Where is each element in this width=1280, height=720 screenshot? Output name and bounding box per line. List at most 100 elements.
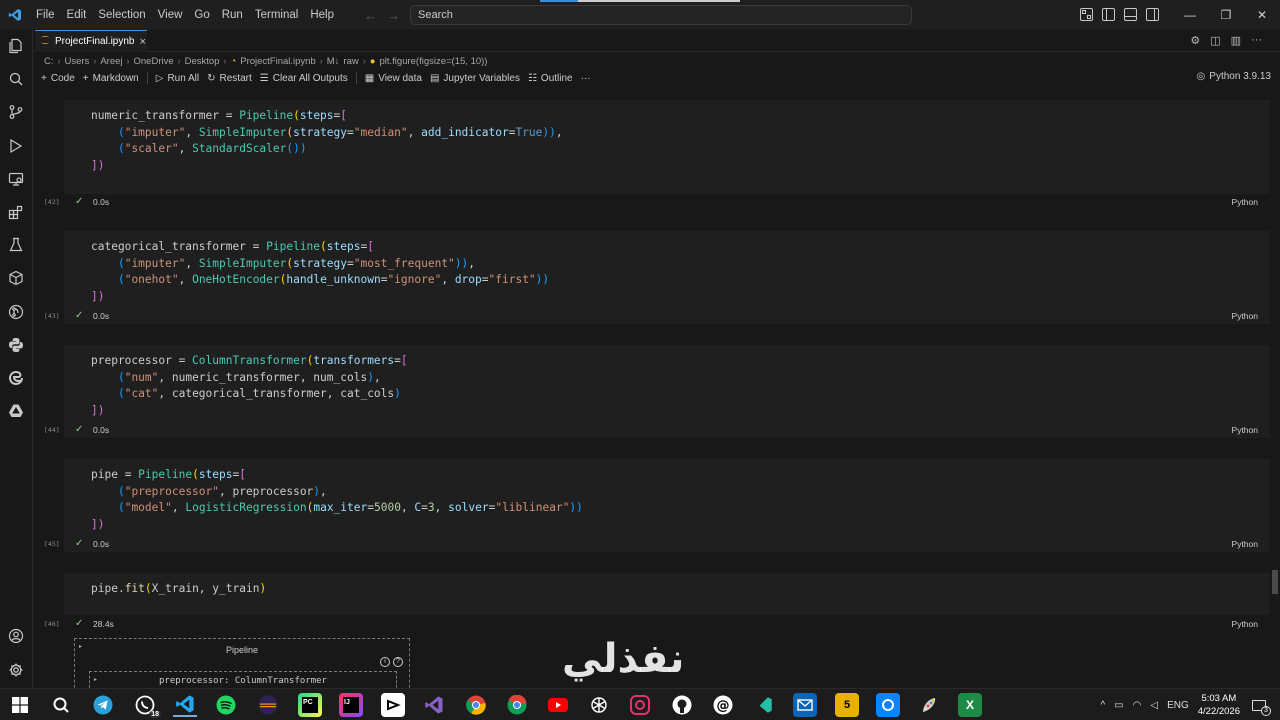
pipeline-step[interactable]: ▸ preprocessor: ColumnTransformer [89, 671, 397, 688]
notification-icon[interactable]: 3 [1252, 699, 1271, 716]
menu-file[interactable]: File [30, 0, 61, 30]
edge-devtools-icon[interactable] [6, 368, 26, 388]
gitlens-icon[interactable] [6, 302, 26, 322]
capcut-icon[interactable] [381, 693, 405, 717]
minimize-icon[interactable]: — [1172, 0, 1208, 30]
restore-icon[interactable]: ❐ [1208, 0, 1244, 30]
manage-gear-icon[interactable] [6, 660, 26, 680]
scrollbar-thumb[interactable] [1272, 570, 1278, 594]
testing-icon[interactable] [6, 235, 26, 255]
help-icon[interactable]: ? [393, 657, 403, 667]
pycharm-icon[interactable]: PC [298, 693, 322, 717]
breadcrumb-item[interactable]: plt.figure(figsize=(15, 10)) [379, 56, 487, 67]
cell-language[interactable]: Python [1232, 425, 1258, 435]
whatsapp-icon[interactable]: 18 [133, 693, 161, 718]
explorer-icon[interactable] [6, 36, 26, 56]
cell-language[interactable]: Python [1232, 311, 1258, 321]
breadcrumb-item[interactable]: OneDrive [134, 56, 174, 67]
vscode-icon[interactable] [173, 693, 197, 717]
menu-help[interactable]: Help [304, 0, 340, 30]
visual-studio-icon[interactable] [422, 693, 446, 717]
windows-start-icon[interactable] [8, 693, 32, 717]
menu-run[interactable]: Run [216, 0, 249, 30]
breadcrumb-item[interactable]: Desktop [185, 56, 220, 67]
chrome-icon[interactable] [464, 693, 488, 717]
command-center-search[interactable]: Search [410, 5, 912, 25]
github-icon[interactable] [670, 693, 694, 717]
outline-button[interactable]: ☷ Outline [528, 73, 573, 84]
restart-button[interactable]: ↻ Restart [207, 73, 252, 84]
eclipse-icon[interactable] [256, 693, 280, 717]
clear-outputs-button[interactable]: ☰ Clear All Outputs [260, 73, 348, 84]
code-cell[interactable]: pipe.fit(X_train, y_train) [64, 573, 1270, 615]
youtube-icon[interactable] [546, 693, 570, 717]
breadcrumb-item[interactable]: C: [44, 56, 54, 67]
spotify-icon[interactable] [214, 693, 238, 717]
cell-language[interactable]: Python [1232, 619, 1258, 629]
tab-close-icon[interactable]: × [139, 36, 145, 48]
close-icon[interactable]: ✕ [1244, 0, 1280, 30]
info-icon[interactable]: i [380, 657, 390, 667]
vscode-insiders-icon[interactable] [752, 693, 776, 717]
breadcrumb-item[interactable]: raw [343, 56, 358, 67]
tab-projectfinal[interactable]: ProjectFinal.ipynb × [35, 30, 147, 52]
breadcrumb-item[interactable]: Users [65, 56, 90, 67]
google-drive-icon[interactable] [6, 401, 26, 421]
add-code-cell-button[interactable]: + Code [41, 73, 75, 84]
run-debug-icon[interactable] [6, 136, 26, 156]
excel-icon[interactable]: X [958, 693, 982, 717]
toggle-secondary-sidebar-icon[interactable] [1146, 8, 1159, 21]
battery-icon[interactable]: ▭ [1114, 700, 1123, 711]
menu-go[interactable]: Go [188, 0, 215, 30]
accounts-icon[interactable] [6, 626, 26, 646]
customize-layout-icon[interactable] [1080, 8, 1093, 21]
chrome-profile-icon[interactable] [505, 693, 529, 717]
html5-icon[interactable]: 5 [835, 693, 859, 717]
volume-icon[interactable]: ◁ [1150, 700, 1158, 711]
jupyter-variables-button[interactable]: ▤ Jupyter Variables [430, 73, 520, 84]
pipeline-title[interactable]: Pipeline [75, 645, 409, 655]
telegram-icon[interactable] [91, 693, 115, 717]
menu-edit[interactable]: Edit [61, 0, 93, 30]
remote-explorer-icon[interactable] [6, 169, 26, 189]
more-actions-button[interactable]: ··· [581, 73, 591, 84]
run-all-icon: ▷ [155, 72, 164, 84]
outlook-icon[interactable] [793, 693, 817, 717]
paint-icon[interactable] [918, 693, 942, 717]
wifi-icon[interactable]: ◠ [1133, 700, 1142, 711]
open-changes-icon[interactable]: ◫ [1210, 34, 1220, 47]
source-control-icon[interactable] [6, 102, 26, 122]
threads-icon[interactable]: @ [711, 693, 735, 717]
cell-language[interactable]: Python [1232, 539, 1258, 549]
bluesky-icon[interactable] [876, 693, 900, 717]
toggle-primary-sidebar-icon[interactable] [1102, 8, 1115, 21]
breadcrumb-item[interactable]: Areej [100, 56, 122, 67]
forward-arrow-icon[interactable]: → [387, 8, 400, 23]
split-editor-icon[interactable]: ▥ [1231, 34, 1241, 47]
back-arrow-icon[interactable]: ← [364, 8, 377, 23]
chatgpt-icon[interactable] [587, 693, 611, 717]
search-icon[interactable] [6, 69, 26, 89]
show-hidden-icons-chevron[interactable]: ^ [1100, 700, 1105, 711]
add-markdown-cell-button[interactable]: + Markdown [83, 73, 139, 84]
code-cell[interactable]: numeric_transformer = Pipeline(steps=[ (… [64, 100, 1270, 194]
containers-icon[interactable] [6, 268, 26, 288]
language-indicator[interactable]: ENG [1167, 700, 1189, 711]
search-icon[interactable] [49, 693, 73, 717]
run-all-button[interactable]: ▷ Run All [156, 73, 199, 84]
menu-view[interactable]: View [152, 0, 189, 30]
python-icon[interactable] [6, 335, 26, 355]
menu-selection[interactable]: Selection [92, 0, 151, 30]
more-actions-icon[interactable]: ··· [1251, 34, 1262, 47]
extensions-icon[interactable] [6, 202, 26, 222]
kernel-picker[interactable]: ◎ Python 3.9.13 [1197, 71, 1271, 82]
menu-terminal[interactable]: Terminal [249, 0, 304, 30]
view-data-button[interactable]: ▦ View data [365, 73, 422, 84]
intellij-icon[interactable]: IJ [339, 693, 363, 717]
notebook-settings-icon[interactable]: ⚙ [1190, 34, 1200, 47]
toggle-panel-icon[interactable] [1124, 8, 1137, 21]
clock[interactable]: 5:03 AM 4/22/2026 [1198, 692, 1240, 718]
cell-language[interactable]: Python [1232, 197, 1258, 207]
breadcrumb-item[interactable]: ProjectFinal.ipynb [240, 56, 316, 67]
instagram-icon[interactable] [628, 693, 652, 717]
